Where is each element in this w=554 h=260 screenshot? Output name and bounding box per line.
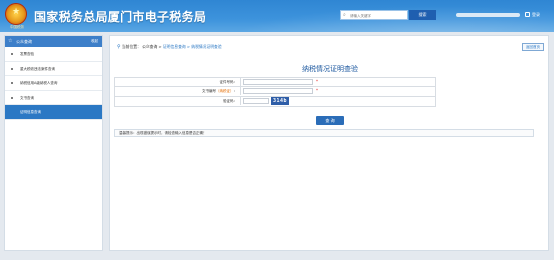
sidebar-header[interactable]: ☆ 公众查询 收起 — [5, 36, 102, 47]
sidebar-collapse[interactable]: 收起 — [91, 39, 98, 44]
doc-number-label: 文书编号（纳税证）： — [115, 87, 241, 95]
breadcrumb-item[interactable]: 证明信息查询 — [163, 44, 186, 49]
query-button[interactable]: 查 询 — [316, 116, 344, 125]
required-mark: * — [316, 88, 318, 93]
site-title: 国家税务总局厦门市电子税务局 — [34, 10, 207, 24]
search-icon: ⌕ — [343, 12, 346, 18]
login-link[interactable]: 登录 — [532, 12, 540, 18]
bullet-icon — [11, 82, 13, 84]
menu-icon: ☆ — [8, 38, 13, 44]
search-input[interactable] — [350, 12, 406, 19]
sidebar-item-violation-cases[interactable]: 重大税收违法案件查询 — [5, 62, 102, 76]
captcha-image[interactable]: 314b — [271, 97, 289, 105]
tax-emblem-icon: ★ — [5, 3, 27, 25]
query-form: 证件号码： * 文书编号（纳税证）： * 验证码： 314b — [114, 77, 436, 107]
search-box[interactable]: ⌕ — [340, 10, 408, 20]
sidebar-item-documents[interactable]: 文书查询 — [5, 91, 102, 105]
emblem-caption: 中国税务 — [10, 25, 24, 29]
sidebar-item-invoice-check[interactable]: 发票查验 — [5, 47, 102, 62]
breadcrumb-item-current: 纳税情况证明查验 — [191, 44, 222, 49]
site-header: ★ 中国税务 国家税务总局厦门市电子税务局 ⌕ 搜索 登录 — [0, 0, 554, 32]
form-row-doc-number: 文书编号（纳税证）： * — [114, 87, 436, 97]
captcha-input[interactable] — [243, 98, 269, 104]
id-number-label: 证件号码： — [115, 78, 241, 86]
sidebar-item-label: 文书查询 — [20, 95, 34, 100]
bullet-icon — [11, 67, 13, 70]
bullet-icon — [11, 53, 13, 55]
page-footer — [0, 256, 554, 260]
form-row-id-number: 证件号码： * — [114, 77, 436, 87]
tip-message: 温馨提示：出现错误提示时，请检查输入信息是否正确！ — [114, 129, 534, 137]
breadcrumb: ⚲ 当前位置： 公众查询 > 证明信息查询 > 纳税情况证明查验 — [117, 44, 222, 50]
search-button[interactable]: 搜索 — [409, 10, 436, 20]
sidebar-item-credit-a[interactable]: 纳税信用A级纳税人查询 — [5, 76, 102, 91]
form-row-captcha: 验证码： 314b — [114, 97, 436, 107]
sidebar-item-label: 发票查验 — [20, 52, 34, 56]
location-pin-icon: ⚲ — [117, 44, 121, 50]
doc-number-input[interactable] — [243, 88, 313, 94]
sidebar-item-label: 纳税信用A级纳税人查询 — [20, 81, 58, 85]
sidebar-item-label: 重大税收违法案件查询 — [20, 66, 55, 71]
sidebar-item-certificates[interactable]: 证明信息查询 — [5, 105, 102, 120]
sidebar-item-label: 证明信息查询 — [20, 110, 41, 114]
sidebar: ☆ 公众查询 收起 发票查验 重大税收违法案件查询 纳税信用A级纳税人查询 文书… — [4, 35, 103, 251]
sidebar-title: 公众查询 — [16, 39, 32, 44]
bullet-icon — [11, 96, 13, 99]
back-home-button[interactable]: 返回首页 — [522, 43, 544, 51]
main-panel: ⚲ 当前位置： 公众查询 > 证明信息查询 > 纳税情况证明查验 返回首页 纳税… — [109, 35, 549, 251]
required-mark: * — [316, 79, 318, 84]
page-title: 纳税情况证明查验 — [302, 65, 358, 73]
header-bar — [456, 13, 520, 17]
id-number-input[interactable] — [243, 79, 313, 85]
captcha-label: 验证码： — [115, 97, 241, 105]
breadcrumb-prefix: 当前位置： — [121, 44, 141, 49]
user-icon[interactable] — [525, 12, 530, 17]
breadcrumb-item[interactable]: 公众查询 — [142, 44, 157, 49]
